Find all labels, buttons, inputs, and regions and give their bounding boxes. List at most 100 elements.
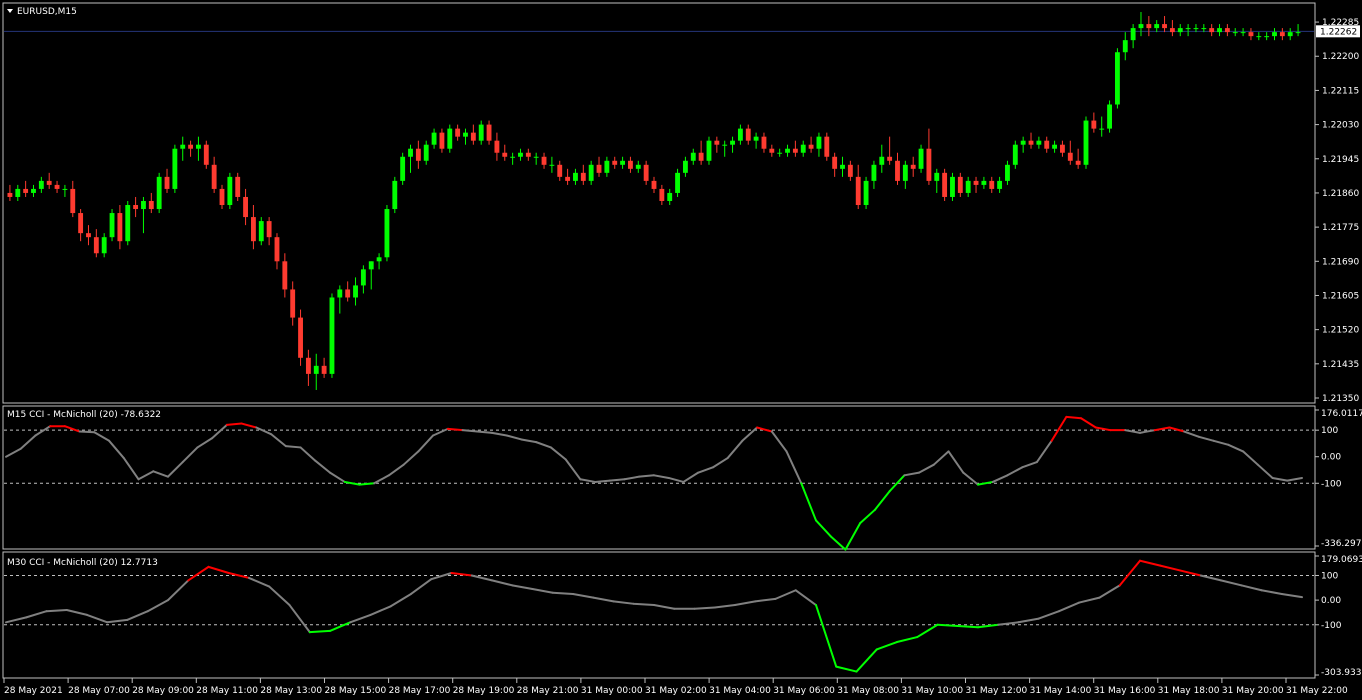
candle-body xyxy=(580,172,586,181)
cci-m15-segment xyxy=(608,478,626,482)
candle-body xyxy=(573,172,578,181)
candle-body xyxy=(777,152,783,154)
cci-m15-panel-frame[interactable] xyxy=(2,405,1316,550)
candle xyxy=(706,136,712,165)
time-axis-label: 28 May 19:00 xyxy=(453,686,515,696)
candle-body xyxy=(1091,120,1097,129)
candle-body xyxy=(1130,28,1136,41)
cci-m30-segment xyxy=(936,623,959,627)
cci-m30-segment xyxy=(693,606,716,610)
cci-m15-segment xyxy=(284,445,302,449)
candle-body xyxy=(549,164,555,166)
candle-body xyxy=(1060,144,1065,153)
candle-body xyxy=(745,128,751,141)
candle-body xyxy=(1185,28,1191,30)
candle-body xyxy=(706,140,712,161)
candle-body xyxy=(565,176,571,181)
cci-m15-axis-label: -336.297 xyxy=(1321,539,1361,549)
candle-body xyxy=(1240,32,1246,34)
candle-body xyxy=(620,160,626,165)
candle-body xyxy=(832,156,838,169)
candle-body xyxy=(321,365,327,374)
candle-body xyxy=(62,188,68,190)
time-axis-label: 31 May 10:00 xyxy=(901,686,963,696)
candle-body xyxy=(824,136,830,157)
candle-body xyxy=(895,160,900,181)
candle-body xyxy=(431,132,437,145)
candle-body xyxy=(973,180,979,185)
candle xyxy=(1083,116,1089,169)
cci-m15-segment xyxy=(461,429,479,433)
candle xyxy=(203,140,209,169)
candle-body xyxy=(596,164,602,173)
candle-body xyxy=(298,317,303,358)
candle-body xyxy=(981,180,987,185)
candle-body xyxy=(1114,52,1120,105)
candle-body xyxy=(125,205,131,242)
candle-body xyxy=(274,237,280,262)
candle-body xyxy=(368,261,374,270)
candle-body xyxy=(643,164,649,181)
candle-body xyxy=(23,188,29,193)
candle-body xyxy=(353,285,358,298)
cci-m15-axis-label: -100 xyxy=(1321,479,1342,489)
candle xyxy=(863,176,869,210)
cci-m30-axis-label: 100 xyxy=(1321,571,1338,581)
time-axis-label: 31 May 18:00 xyxy=(1158,686,1220,696)
candle-body xyxy=(871,164,877,181)
time-axis-label: 31 May 16:00 xyxy=(1094,686,1156,696)
candle-body xyxy=(180,144,186,149)
candle xyxy=(950,172,955,201)
candle-body xyxy=(761,136,767,149)
candle xyxy=(675,168,680,197)
cci-m15-segment xyxy=(358,482,376,486)
cci-m30-axis-label: 0.00 xyxy=(1321,596,1341,606)
candle-body xyxy=(855,176,861,206)
candle-body xyxy=(769,148,775,153)
candle xyxy=(384,205,390,262)
candle-body xyxy=(290,289,296,318)
time-axis: 28 May 2021 28 May 07:00 28 May 09:00 28 Ma… xyxy=(3,678,1348,696)
candle-body xyxy=(1201,28,1207,30)
cci-m15-axis: 176.0117 100 0.00 -100 -336.297 xyxy=(1315,409,1362,549)
candle-body xyxy=(423,144,429,161)
symbol-label: EURUSD,M15 xyxy=(17,7,77,17)
candle-body xyxy=(384,209,390,258)
current-price-label: 1.22262 xyxy=(1320,27,1357,37)
candle-body xyxy=(737,128,743,141)
price-axis-label: 1.21945 xyxy=(1322,155,1359,165)
candle-body xyxy=(1083,120,1089,165)
candle-body xyxy=(902,164,908,181)
cci-m30-segment xyxy=(45,608,68,613)
time-axis-label: 31 May 20:00 xyxy=(1222,686,1284,696)
candle-body xyxy=(408,148,413,157)
cci-m30-axis-label: -100 xyxy=(1321,621,1342,631)
candle-body xyxy=(502,152,508,157)
candle-body xyxy=(675,172,680,193)
candle-body xyxy=(141,200,146,210)
candle-body xyxy=(101,237,107,254)
candle-body xyxy=(714,140,720,145)
cci-m30-segment xyxy=(632,602,655,607)
price-axis-label: 1.22200 xyxy=(1322,52,1359,62)
candle-body xyxy=(337,289,343,298)
candle-body xyxy=(887,156,893,161)
main-panel-title[interactable]: EURUSD,M15 xyxy=(7,7,77,17)
candle-body xyxy=(533,156,539,158)
candle-body xyxy=(156,176,162,210)
candle-body xyxy=(950,176,955,197)
candle-body xyxy=(1256,36,1262,38)
candle-body xyxy=(1169,28,1175,33)
cci-m30-panel-frame[interactable] xyxy=(2,551,1316,679)
candle-body xyxy=(698,152,704,161)
candle xyxy=(125,200,131,246)
candle-body xyxy=(863,180,869,206)
candle-body xyxy=(667,192,673,201)
candle xyxy=(918,144,924,173)
trading-chart[interactable]: 1.222851.222001.221151.220301.219451.218… xyxy=(0,0,1362,700)
candle-body xyxy=(1272,32,1277,37)
candle-body xyxy=(1122,40,1128,53)
candle-body xyxy=(15,188,21,197)
candle-body xyxy=(1099,128,1105,130)
time-axis-label: 28 May 2021 xyxy=(4,686,63,696)
